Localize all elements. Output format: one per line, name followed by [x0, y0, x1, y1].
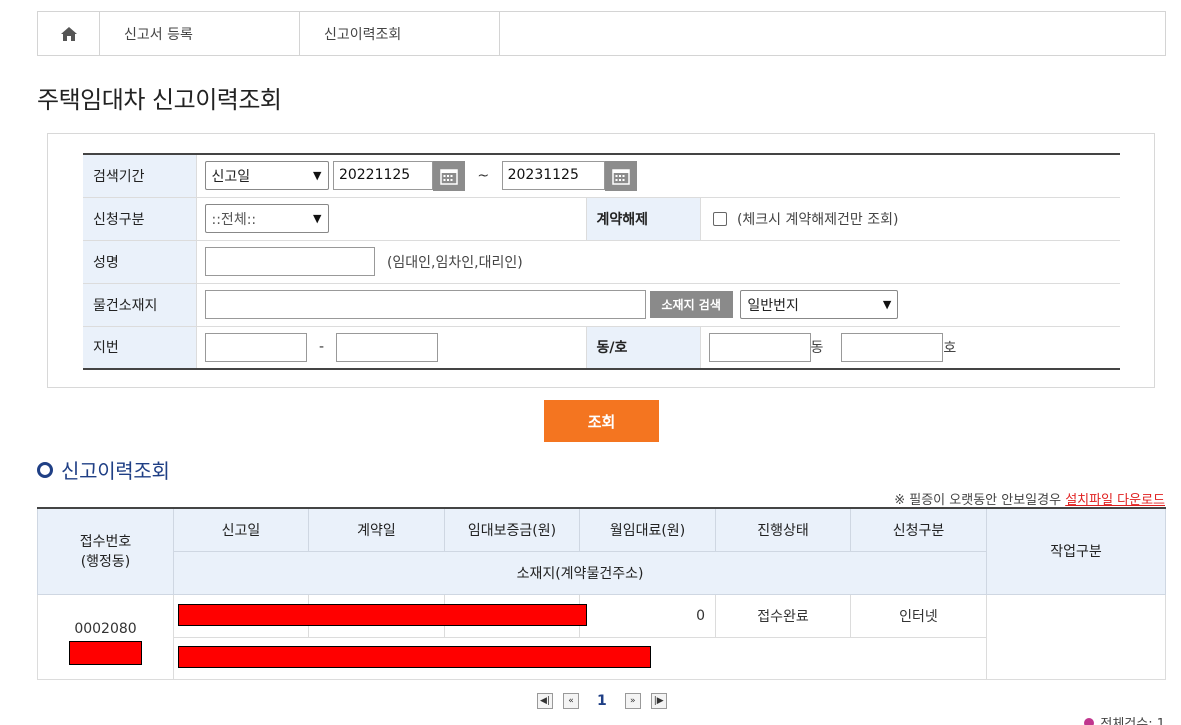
- cell-monthly-rent: 0: [579, 593, 716, 638]
- next-page-icon[interactable]: »: [624, 693, 641, 709]
- header-monthly-rent: 월임대료(원): [579, 507, 716, 552]
- notice-text: ※ 필증이 오랫동안 안보일경우: [894, 493, 1062, 508]
- current-page[interactable]: 1: [597, 693, 607, 709]
- breadcrumb-item-register[interactable]: 신고서 등록: [100, 12, 300, 55]
- address-type-value: 일반번지: [747, 297, 799, 314]
- cell-request-type: 인터넷: [850, 593, 987, 638]
- dong-suffix: 동: [810, 340, 824, 357]
- bullet-icon: [1084, 717, 1095, 725]
- cancel-checkbox[interactable]: [712, 211, 727, 226]
- cell-receipt-no: 0002080: [37, 593, 174, 680]
- calendar-icon[interactable]: [432, 160, 465, 191]
- results-table: 접수번호 (행정동) 신고일 계약일 임대보증금(원) 월임대료(원) 진행상태…: [37, 507, 1166, 680]
- header-receipt-no: 접수번호 (행정동): [37, 507, 174, 595]
- cell-contract-date: [308, 593, 445, 638]
- search-form: 검색기간 신고일 ▼ 20221125 ~ 20231125 신청구분 ::전체…: [83, 153, 1120, 370]
- section-title-text: 신고이력조회: [61, 459, 170, 483]
- header-deposit: 임대보증금(원): [444, 507, 580, 552]
- redacted-block: [178, 645, 651, 668]
- table-row[interactable]: 0002080 0 접수완료 인터넷: [37, 593, 1166, 680]
- page-title: 주택임대차 신고이력조회: [37, 86, 282, 114]
- period-type-select[interactable]: 신고일 ▼: [204, 161, 329, 191]
- header-status: 진행상태: [715, 507, 851, 552]
- cell-report-date: [173, 593, 587, 638]
- header-report-date: 신고일: [173, 507, 309, 552]
- chevron-down-icon: ▼: [313, 169, 322, 183]
- name-label: 성명: [83, 240, 197, 284]
- dong-ho-label: 동/호: [585, 326, 701, 369]
- request-type-select[interactable]: ::전체:: ▼: [204, 204, 329, 233]
- name-input[interactable]: [204, 247, 375, 276]
- header-receipt-no-text: 접수번호: [79, 534, 132, 551]
- search-button[interactable]: 조회: [544, 400, 659, 442]
- lot-label: 지번: [83, 326, 197, 369]
- header-work-type: 작업구분: [986, 507, 1166, 595]
- home-icon: [60, 26, 77, 41]
- installer-download-link[interactable]: 설치파일 다운로드: [1065, 493, 1165, 508]
- calendar-icon[interactable]: [604, 160, 637, 191]
- ho-input[interactable]: [841, 332, 944, 362]
- header-contract-date: 계약일: [308, 507, 445, 552]
- chevron-down-icon: ▼: [882, 298, 892, 311]
- ho-suffix: 호: [943, 340, 957, 357]
- period-label: 검색기간: [83, 154, 197, 198]
- request-type-label: 신청구분: [83, 197, 197, 241]
- receipt-no-text: 0002080: [74, 620, 137, 637]
- name-hint: (임대인,임차인,대리인): [386, 254, 523, 271]
- start-date-input[interactable]: 20221125: [332, 161, 433, 191]
- pagination: ◀| « 1 » |▶: [537, 693, 667, 709]
- header-request-type: 신청구분: [850, 507, 987, 552]
- lot-dash: -: [318, 339, 325, 356]
- total-count: 전체건수: 1: [1084, 713, 1165, 725]
- cell-deposit: [444, 593, 580, 638]
- redacted-block: [69, 640, 142, 665]
- lot-sub-input[interactable]: [336, 332, 439, 362]
- first-page-icon[interactable]: ◀|: [537, 693, 553, 709]
- cell-location: [173, 636, 987, 680]
- home-button[interactable]: [38, 12, 100, 55]
- header-admin-dong-text: (행정동): [80, 554, 131, 571]
- request-type-value: ::전체::: [211, 211, 257, 228]
- header-location: 소재지(계약물건주소): [173, 550, 987, 595]
- cancel-label: 계약해제: [585, 197, 701, 241]
- address-search-button[interactable]: 소재지 검색: [649, 291, 733, 318]
- breadcrumb: 신고서 등록 신고이력조회: [37, 11, 1166, 56]
- cancel-hint: (체크시 계약해제건만 조회): [736, 211, 899, 228]
- end-date-input[interactable]: 20231125: [501, 161, 605, 191]
- address-input[interactable]: [204, 290, 646, 319]
- period-type-value: 신고일: [211, 168, 251, 185]
- lot-main-input[interactable]: [204, 332, 307, 362]
- dong-input[interactable]: [708, 332, 811, 362]
- cell-work-type: [986, 593, 1166, 680]
- cell-status: 접수완료: [715, 593, 851, 638]
- last-page-icon[interactable]: |▶: [650, 693, 667, 709]
- address-label: 물건소재지: [83, 283, 197, 327]
- section-title: 신고이력조회: [37, 455, 170, 484]
- breadcrumb-item-history[interactable]: 신고이력조회: [300, 12, 500, 55]
- prev-page-icon[interactable]: «: [563, 693, 579, 709]
- chevron-down-icon: ▼: [313, 212, 322, 225]
- address-type-select[interactable]: 일반번지 ▼: [740, 290, 899, 319]
- circle-icon: [37, 461, 53, 478]
- total-count-text: 전체건수: 1: [1100, 717, 1165, 725]
- notice: ※ 필증이 오랫동안 안보일경우 설치파일 다운로드: [894, 489, 1165, 508]
- date-separator: ~: [477, 167, 490, 184]
